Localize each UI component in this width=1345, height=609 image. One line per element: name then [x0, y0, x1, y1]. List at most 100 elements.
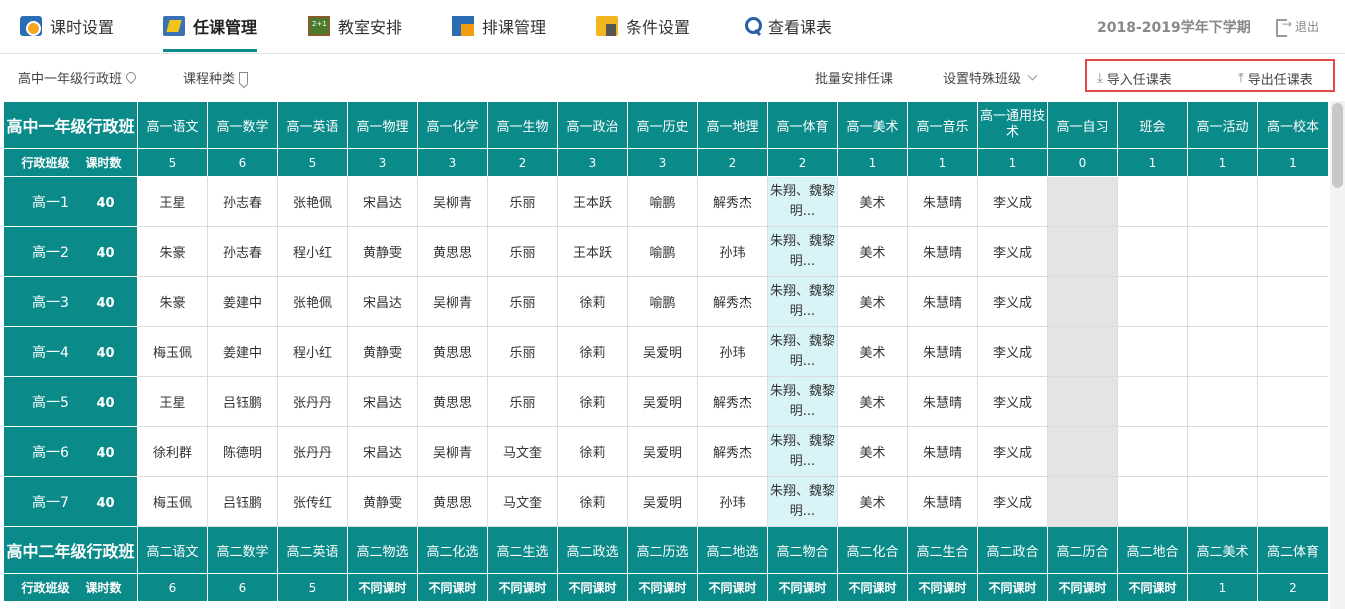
subject-header[interactable]: 高一通用技术: [977, 101, 1048, 149]
teacher-cell[interactable]: [1117, 176, 1188, 227]
subject-header[interactable]: 高二政合: [977, 526, 1048, 574]
teacher-cell[interactable]: 程小红: [277, 326, 348, 377]
class-cell[interactable]: 高一5 40: [3, 376, 138, 427]
teacher-cell[interactable]: 乐丽: [487, 326, 558, 377]
teacher-cell[interactable]: 喻鹏: [627, 276, 698, 327]
teacher-cell[interactable]: 李义成: [977, 476, 1048, 527]
teacher-cell[interactable]: 朱翔、魏黎明...: [767, 326, 838, 377]
subject-header[interactable]: 高二地选: [697, 526, 768, 574]
teacher-cell[interactable]: 李义成: [977, 176, 1048, 227]
teacher-cell[interactable]: 喻鹏: [627, 176, 698, 227]
teacher-cell[interactable]: 李义成: [977, 326, 1048, 377]
lesson-hours-cell[interactable]: 1: [1187, 573, 1258, 602]
teacher-cell[interactable]: 梅玉佩: [137, 326, 208, 377]
subject-header[interactable]: 高二化选: [417, 526, 488, 574]
teacher-cell[interactable]: 朱慧晴: [907, 226, 978, 277]
teacher-cell[interactable]: 张丹丹: [277, 426, 348, 477]
subject-header[interactable]: 高一地理: [697, 101, 768, 149]
teacher-cell[interactable]: 王本跃: [557, 176, 628, 227]
subject-header[interactable]: 高二美术: [1187, 526, 1258, 574]
teacher-cell[interactable]: 朱翔、魏黎明...: [767, 276, 838, 327]
lesson-hours-cell[interactable]: 1: [1187, 148, 1258, 177]
lesson-hours-cell[interactable]: 5: [277, 148, 348, 177]
teacher-cell[interactable]: 吕钰鹏: [207, 476, 278, 527]
teacher-cell[interactable]: 徐莉: [557, 376, 628, 427]
lesson-hours-cell[interactable]: 不同课时: [487, 573, 558, 602]
teacher-cell[interactable]: 吴爱明: [627, 376, 698, 427]
teacher-cell[interactable]: [1257, 476, 1328, 527]
teacher-cell[interactable]: 朱翔、魏黎明...: [767, 426, 838, 477]
class-cell[interactable]: 高一2 40: [3, 226, 138, 277]
lesson-hours-cell[interactable]: 6: [207, 148, 278, 177]
teacher-cell[interactable]: 美术: [837, 426, 908, 477]
export-button[interactable]: ⤒ 导出任课表: [1238, 69, 1313, 88]
nav-schedule-management[interactable]: 排课管理: [452, 0, 546, 52]
teacher-cell[interactable]: 朱慧晴: [907, 376, 978, 427]
teacher-cell[interactable]: 张丹丹: [277, 376, 348, 427]
logout-button[interactable]: 退出: [1276, 17, 1319, 37]
teacher-cell[interactable]: 李义成: [977, 426, 1048, 477]
teacher-cell[interactable]: [1187, 276, 1258, 327]
lesson-hours-cell[interactable]: 3: [627, 148, 698, 177]
teacher-cell[interactable]: 徐莉: [557, 326, 628, 377]
subject-header[interactable]: 高一美术: [837, 101, 908, 149]
lesson-hours-cell[interactable]: 不同课时: [557, 573, 628, 602]
lesson-hours-cell[interactable]: 2: [487, 148, 558, 177]
lesson-hours-cell[interactable]: 5: [277, 573, 348, 602]
nav-classroom-arrangement[interactable]: 教室安排: [308, 0, 402, 52]
subject-header[interactable]: 高一音乐: [907, 101, 978, 149]
lesson-hours-cell[interactable]: 不同课时: [417, 573, 488, 602]
teacher-cell[interactable]: 美术: [837, 326, 908, 377]
teacher-cell[interactable]: 朱慧晴: [907, 176, 978, 227]
teacher-cell[interactable]: 孙志春: [207, 226, 278, 277]
subject-header[interactable]: 高一语文: [137, 101, 208, 149]
teacher-cell[interactable]: 徐莉: [557, 476, 628, 527]
subject-header[interactable]: 高二体育: [1257, 526, 1328, 574]
subject-header[interactable]: 高二生选: [487, 526, 558, 574]
teacher-cell[interactable]: 黄思思: [417, 476, 488, 527]
teacher-cell[interactable]: 姜建中: [207, 326, 278, 377]
batch-assign-button[interactable]: 批量安排任课: [815, 68, 893, 87]
teacher-cell[interactable]: 乐丽: [487, 226, 558, 277]
nav-teaching-management[interactable]: 任课管理: [163, 0, 258, 52]
teacher-cell[interactable]: 黄思思: [417, 326, 488, 377]
teacher-cell[interactable]: 解秀杰: [697, 426, 768, 477]
teacher-cell[interactable]: 吴爱明: [627, 326, 698, 377]
lesson-hours-cell[interactable]: 不同课时: [1047, 573, 1118, 602]
class-cell[interactable]: 高一6 40: [3, 426, 138, 477]
nav-lesson-hours[interactable]: 课时设置: [20, 0, 114, 52]
teacher-cell[interactable]: 喻鹏: [627, 226, 698, 277]
subject-header[interactable]: 高一英语: [277, 101, 348, 149]
teacher-cell[interactable]: 朱豪: [137, 226, 208, 277]
teacher-cell[interactable]: [1117, 276, 1188, 327]
teacher-cell[interactable]: 解秀杰: [697, 376, 768, 427]
teacher-cell[interactable]: 孙玮: [697, 226, 768, 277]
teacher-cell[interactable]: 乐丽: [487, 176, 558, 227]
teacher-cell[interactable]: [1047, 376, 1118, 427]
lesson-hours-cell[interactable]: 3: [347, 148, 418, 177]
subject-header[interactable]: 高二地合: [1117, 526, 1188, 574]
subject-header[interactable]: 高一校本: [1257, 101, 1328, 149]
subject-header[interactable]: 高二生合: [907, 526, 978, 574]
teacher-cell[interactable]: 美术: [837, 176, 908, 227]
teacher-cell[interactable]: 宋昌达: [347, 176, 418, 227]
teacher-cell[interactable]: 孙志春: [207, 176, 278, 227]
teacher-cell[interactable]: 宋昌达: [347, 426, 418, 477]
lesson-hours-cell[interactable]: 不同课时: [347, 573, 418, 602]
teacher-cell[interactable]: [1257, 426, 1328, 477]
teacher-cell[interactable]: 吴爱明: [627, 476, 698, 527]
subject-header[interactable]: 高一化学: [417, 101, 488, 149]
lesson-hours-cell[interactable]: 2: [1257, 573, 1328, 602]
nav-view-timetable[interactable]: 查看课表: [744, 0, 832, 52]
teacher-cell[interactable]: 宋昌达: [347, 276, 418, 327]
teacher-cell[interactable]: 乐丽: [487, 276, 558, 327]
teacher-cell[interactable]: 徐莉: [557, 426, 628, 477]
teacher-cell[interactable]: 朱翔、魏黎明...: [767, 476, 838, 527]
lesson-hours-cell[interactable]: 0: [1047, 148, 1118, 177]
teacher-cell[interactable]: 美术: [837, 226, 908, 277]
teacher-cell[interactable]: [1047, 476, 1118, 527]
teacher-cell[interactable]: 朱翔、魏黎明...: [767, 376, 838, 427]
class-filter[interactable]: 高中一年级行政班: [18, 68, 135, 87]
teacher-cell[interactable]: [1187, 226, 1258, 277]
teacher-cell[interactable]: [1187, 376, 1258, 427]
